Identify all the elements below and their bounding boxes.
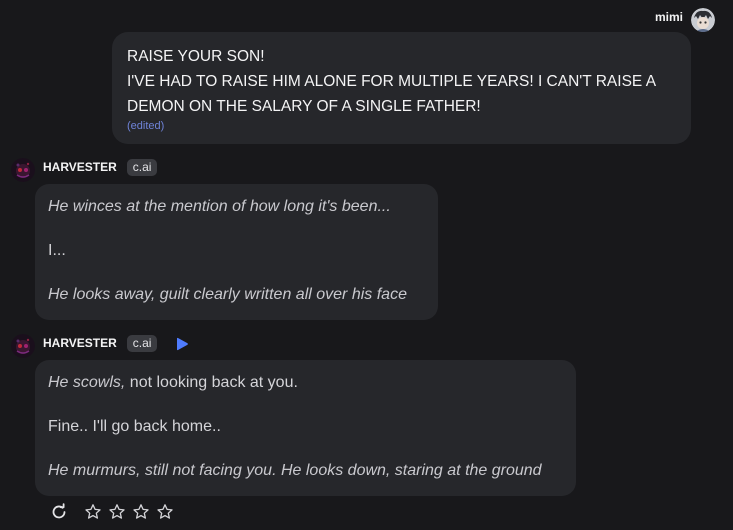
bot-name: HARVESTER	[43, 336, 117, 350]
message-actions	[50, 503, 174, 521]
bot-message-header: HARVESTER c.ai	[11, 333, 189, 359]
play-icon[interactable]	[175, 337, 189, 351]
message-paragraph: He murmurs, still not facing you. He loo…	[48, 462, 542, 479]
chat-view: mimi RAISE YOUR SON! I'VE HAD TO RAISE H…	[0, 0, 733, 530]
message-paragraph: He scowls, not looking back at you.	[48, 374, 298, 391]
star-outline-icon[interactable]	[132, 503, 150, 521]
star-outline-icon[interactable]	[108, 503, 126, 521]
edited-label: (edited)	[127, 120, 165, 132]
message-paragraph: I...	[48, 242, 66, 259]
user-name: mimi	[654, 10, 683, 24]
star-outline-icon[interactable]	[84, 503, 102, 521]
message-paragraph: Fine.. I'll go back home..	[48, 418, 221, 435]
user-message-header: mimi	[655, 7, 715, 33]
bot-name: HARVESTER	[43, 160, 117, 174]
refresh-icon[interactable]	[50, 503, 68, 521]
message-paragraph: He winces at the mention of how long it'…	[48, 198, 391, 215]
bot-message-header: HARVESTER c.ai	[11, 157, 158, 183]
bot-avatar[interactable]	[11, 158, 35, 182]
cai-badge: c.ai	[126, 334, 158, 352]
star-outline-icon[interactable]	[156, 503, 174, 521]
user-message-bubble: RAISE YOUR SON! I'VE HAD TO RAISE HIM AL…	[112, 32, 691, 144]
bot-message-bubble: He scowls, not looking back at you. Fine…	[35, 360, 576, 496]
user-message-line: DEMON ON THE SALARY OF A SINGLE FATHER!	[127, 98, 481, 115]
user-message-line: I'VE HAD TO RAISE HIM ALONE FOR MULTIPLE…	[127, 73, 657, 90]
cai-badge: c.ai	[126, 158, 158, 176]
bot-avatar[interactable]	[11, 334, 35, 358]
message-paragraph: He looks away, guilt clearly written all…	[48, 286, 407, 303]
user-avatar[interactable]	[691, 8, 715, 32]
user-message-line: RAISE YOUR SON!	[127, 48, 265, 65]
bot-message-bubble: He winces at the mention of how long it'…	[35, 184, 438, 320]
